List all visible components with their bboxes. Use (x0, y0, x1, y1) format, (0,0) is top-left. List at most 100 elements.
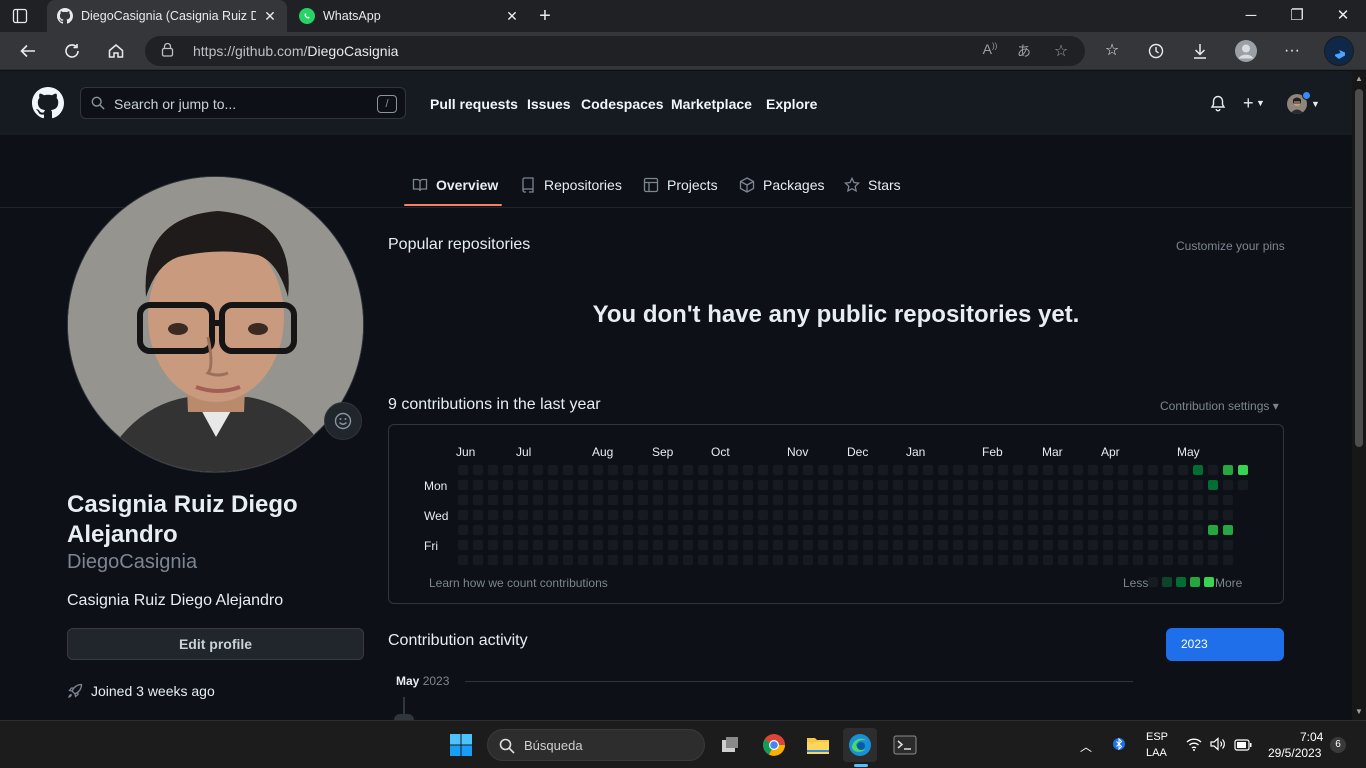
contribution-day[interactable] (547, 554, 559, 566)
contribution-day[interactable] (742, 539, 754, 551)
contribution-day[interactable] (457, 509, 469, 521)
contribution-day[interactable] (682, 554, 694, 566)
contribution-day[interactable] (1117, 539, 1129, 551)
contribution-day[interactable] (1177, 509, 1189, 521)
contribution-day[interactable] (787, 494, 799, 506)
nav-marketplace[interactable]: Marketplace (671, 96, 752, 112)
contribution-day[interactable] (712, 524, 724, 536)
contribution-day[interactable] (682, 539, 694, 551)
contribution-day[interactable] (937, 539, 949, 551)
contribution-day[interactable] (592, 479, 604, 491)
contribution-day[interactable] (727, 509, 739, 521)
contribution-day[interactable] (1162, 509, 1174, 521)
contribution-day[interactable] (592, 539, 604, 551)
contribution-day[interactable] (757, 494, 769, 506)
contribution-day[interactable] (1132, 464, 1144, 476)
contribution-day[interactable] (1027, 554, 1039, 566)
contribution-day[interactable] (802, 539, 814, 551)
contribution-day[interactable] (787, 509, 799, 521)
contribution-day[interactable] (712, 539, 724, 551)
contribution-day[interactable] (637, 494, 649, 506)
contribution-day[interactable] (1012, 464, 1024, 476)
contribution-day[interactable] (1177, 554, 1189, 566)
contribution-day[interactable] (577, 539, 589, 551)
contribution-day[interactable] (982, 479, 994, 491)
tab-whatsapp[interactable]: WhatsApp ✕ (289, 0, 529, 32)
contribution-day[interactable] (742, 524, 754, 536)
contribution-day[interactable] (607, 479, 619, 491)
contribution-day[interactable] (697, 509, 709, 521)
contribution-day[interactable] (1102, 494, 1114, 506)
contribution-day[interactable] (1057, 554, 1069, 566)
contribution-day[interactable] (577, 524, 589, 536)
contribution-day[interactable] (832, 524, 844, 536)
contribution-day[interactable] (862, 494, 874, 506)
contribution-day[interactable] (1207, 554, 1219, 566)
contribution-day[interactable] (742, 554, 754, 566)
contribution-day[interactable] (637, 524, 649, 536)
contribution-day[interactable] (787, 464, 799, 476)
contribution-day[interactable] (607, 494, 619, 506)
contribution-day[interactable] (982, 539, 994, 551)
contribution-day[interactable] (1102, 479, 1114, 491)
contribution-day[interactable] (1042, 539, 1054, 551)
contribution-day[interactable] (772, 494, 784, 506)
contribution-day[interactable] (682, 479, 694, 491)
contribution-day[interactable] (982, 509, 994, 521)
contribution-day[interactable] (1087, 509, 1099, 521)
contribution-day[interactable] (1057, 539, 1069, 551)
contribution-day[interactable] (952, 494, 964, 506)
contribution-day[interactable] (997, 464, 1009, 476)
contribution-day[interactable] (547, 464, 559, 476)
contribution-day[interactable] (487, 524, 499, 536)
contribution-day[interactable] (532, 479, 544, 491)
tab-projects[interactable]: Projects (643, 175, 718, 195)
tab-close-icon[interactable]: ✕ (261, 7, 279, 25)
contribution-day[interactable] (517, 494, 529, 506)
contribution-day[interactable] (892, 524, 904, 536)
contribution-day[interactable] (667, 494, 679, 506)
contribution-day[interactable] (1072, 464, 1084, 476)
tab-overview[interactable]: Overview (412, 175, 498, 195)
favorites-icon[interactable]: ☆ (1100, 40, 1124, 62)
contribution-day[interactable] (967, 539, 979, 551)
contribution-day[interactable] (802, 464, 814, 476)
contribution-day[interactable] (457, 464, 469, 476)
contribution-day[interactable] (592, 494, 604, 506)
contribution-day[interactable] (1147, 509, 1159, 521)
contribution-day[interactable] (1117, 494, 1129, 506)
contribution-day[interactable] (1222, 509, 1234, 521)
contribution-day[interactable] (472, 509, 484, 521)
contribution-day[interactable] (1087, 524, 1099, 536)
contribution-day[interactable] (502, 509, 514, 521)
contribution-day[interactable] (562, 539, 574, 551)
contribution-day[interactable] (1012, 539, 1024, 551)
contribution-day[interactable] (472, 554, 484, 566)
contribution-day[interactable] (592, 524, 604, 536)
contribution-day[interactable] (907, 509, 919, 521)
contribution-day[interactable] (577, 494, 589, 506)
contribution-day[interactable] (1162, 539, 1174, 551)
contribution-day[interactable] (652, 479, 664, 491)
contribution-day[interactable] (682, 524, 694, 536)
address-bar[interactable]: https://github.com/DiegoCasignia A)) あ ☆ (145, 36, 1085, 66)
contribution-day[interactable] (1207, 479, 1219, 491)
contribution-day[interactable] (1012, 494, 1024, 506)
home-icon[interactable] (103, 39, 129, 63)
contribution-day[interactable] (817, 524, 829, 536)
contribution-day[interactable] (697, 479, 709, 491)
nav-explore[interactable]: Explore (766, 96, 817, 112)
page-scrollbar[interactable]: ▲ ▼ (1352, 71, 1366, 720)
contribution-day[interactable] (502, 494, 514, 506)
contribution-day[interactable] (757, 479, 769, 491)
contribution-day[interactable] (517, 464, 529, 476)
refresh-icon[interactable] (59, 39, 85, 63)
contribution-day[interactable] (817, 479, 829, 491)
chevron-down-icon[interactable]: ▼ (1311, 99, 1320, 109)
contribution-day[interactable] (637, 554, 649, 566)
contribution-day[interactable] (847, 554, 859, 566)
learn-contributions-link[interactable]: Learn how we count contributions (429, 576, 608, 590)
contribution-day[interactable] (802, 494, 814, 506)
contribution-day[interactable] (937, 494, 949, 506)
contribution-day[interactable] (637, 464, 649, 476)
